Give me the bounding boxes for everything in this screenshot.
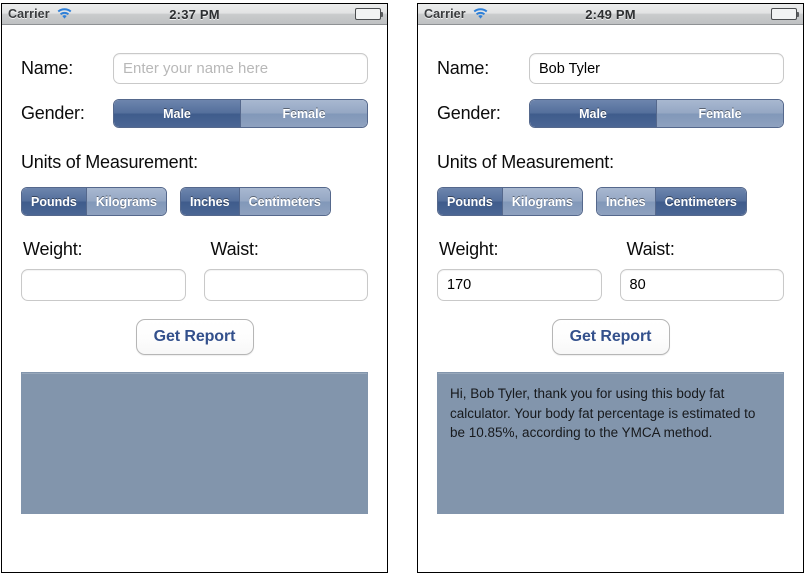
gender-segment-female[interactable]: Female <box>241 100 367 127</box>
weight-input[interactable] <box>21 269 186 301</box>
gender-segment-male[interactable]: Male <box>114 100 241 127</box>
length-unit-segment-inches[interactable]: Inches <box>180 188 240 215</box>
carrier-label: Carrier <box>424 7 466 21</box>
result-panel: Hi, Bob Tyler, thank you for using this … <box>437 372 784 514</box>
screenshot-canvas: Carrier 2:37 PM Name: Enter your name he… <box>0 0 805 576</box>
gender-segmented-control[interactable]: Male Female <box>113 99 368 128</box>
get-report-button[interactable]: Get Report <box>135 319 254 355</box>
measure-labels-row: Weight: Waist: <box>437 239 784 260</box>
units-row: Pounds Kilograms Inches Centimeters <box>437 187 784 216</box>
measure-inputs-row: 170 80 <box>437 269 784 301</box>
weight-input[interactable]: 170 <box>437 269 602 301</box>
length-unit-segmented-control[interactable]: Inches Centimeters <box>595 187 747 216</box>
units-of-measurement-label: Units of Measurement: <box>21 152 198 172</box>
weight-unit-segmented-control[interactable]: Pounds Kilograms <box>437 187 583 216</box>
carrier-label: Carrier <box>8 7 50 21</box>
get-report-button[interactable]: Get Report <box>551 319 670 355</box>
status-bar: Carrier 2:49 PM <box>418 4 803 25</box>
app-screen: Name: Enter your name here Gender: Male … <box>2 53 387 572</box>
name-row: Name: Bob Tyler <box>437 53 784 84</box>
battery-icon <box>355 8 383 20</box>
waist-label: Waist: <box>626 239 675 259</box>
waist-input[interactable] <box>203 269 368 301</box>
gender-label: Gender: <box>437 103 501 123</box>
name-input[interactable]: Enter your name here <box>113 53 368 84</box>
length-unit-segment-centimeters[interactable]: Centimeters <box>239 188 330 215</box>
name-label: Name: <box>21 58 74 78</box>
weight-label: Weight: <box>439 239 499 259</box>
gender-segment-female[interactable]: Female <box>657 100 783 127</box>
name-input[interactable]: Bob Tyler <box>529 53 784 84</box>
waist-input[interactable]: 80 <box>619 269 784 301</box>
gender-label: Gender: <box>21 103 85 123</box>
wifi-icon <box>57 8 72 20</box>
weight-unit-segment-kilograms[interactable]: Kilograms <box>502 188 582 215</box>
weight-label: Weight: <box>23 239 83 259</box>
status-bar: Carrier 2:37 PM <box>2 4 387 25</box>
wifi-icon <box>473 8 488 20</box>
weight-unit-segment-pounds[interactable]: Pounds <box>438 188 503 215</box>
length-unit-segment-inches[interactable]: Inches <box>596 188 656 215</box>
length-unit-segmented-control[interactable]: Inches Centimeters <box>179 187 331 216</box>
length-unit-segment-centimeters[interactable]: Centimeters <box>655 188 746 215</box>
gender-row: Gender: Male Female <box>21 99 368 128</box>
measure-labels-row: Weight: Waist: <box>21 239 368 260</box>
waist-label: Waist: <box>210 239 259 259</box>
name-row: Name: Enter your name here <box>21 53 368 84</box>
result-panel <box>21 372 368 514</box>
app-screen: Name: Bob Tyler Gender: Male Female Unit… <box>418 53 803 572</box>
weight-unit-segment-kilograms[interactable]: Kilograms <box>86 188 166 215</box>
phone-screenshot-before: Carrier 2:37 PM Name: Enter your name he… <box>1 3 388 573</box>
measure-inputs-row <box>21 269 368 301</box>
name-label: Name: <box>437 58 490 78</box>
gender-segment-male[interactable]: Male <box>530 100 657 127</box>
phone-screenshot-after: Carrier 2:49 PM Name: Bob Tyler Gender: <box>417 3 804 573</box>
submit-row: Get Report <box>437 319 784 355</box>
weight-unit-segment-pounds[interactable]: Pounds <box>22 188 87 215</box>
submit-row: Get Report <box>21 319 368 355</box>
battery-icon <box>771 8 799 20</box>
units-of-measurement-label: Units of Measurement: <box>437 152 614 172</box>
gender-row: Gender: Male Female <box>437 99 784 128</box>
weight-unit-segmented-control[interactable]: Pounds Kilograms <box>21 187 167 216</box>
units-row: Pounds Kilograms Inches Centimeters <box>21 187 368 216</box>
gender-segmented-control[interactable]: Male Female <box>529 99 784 128</box>
